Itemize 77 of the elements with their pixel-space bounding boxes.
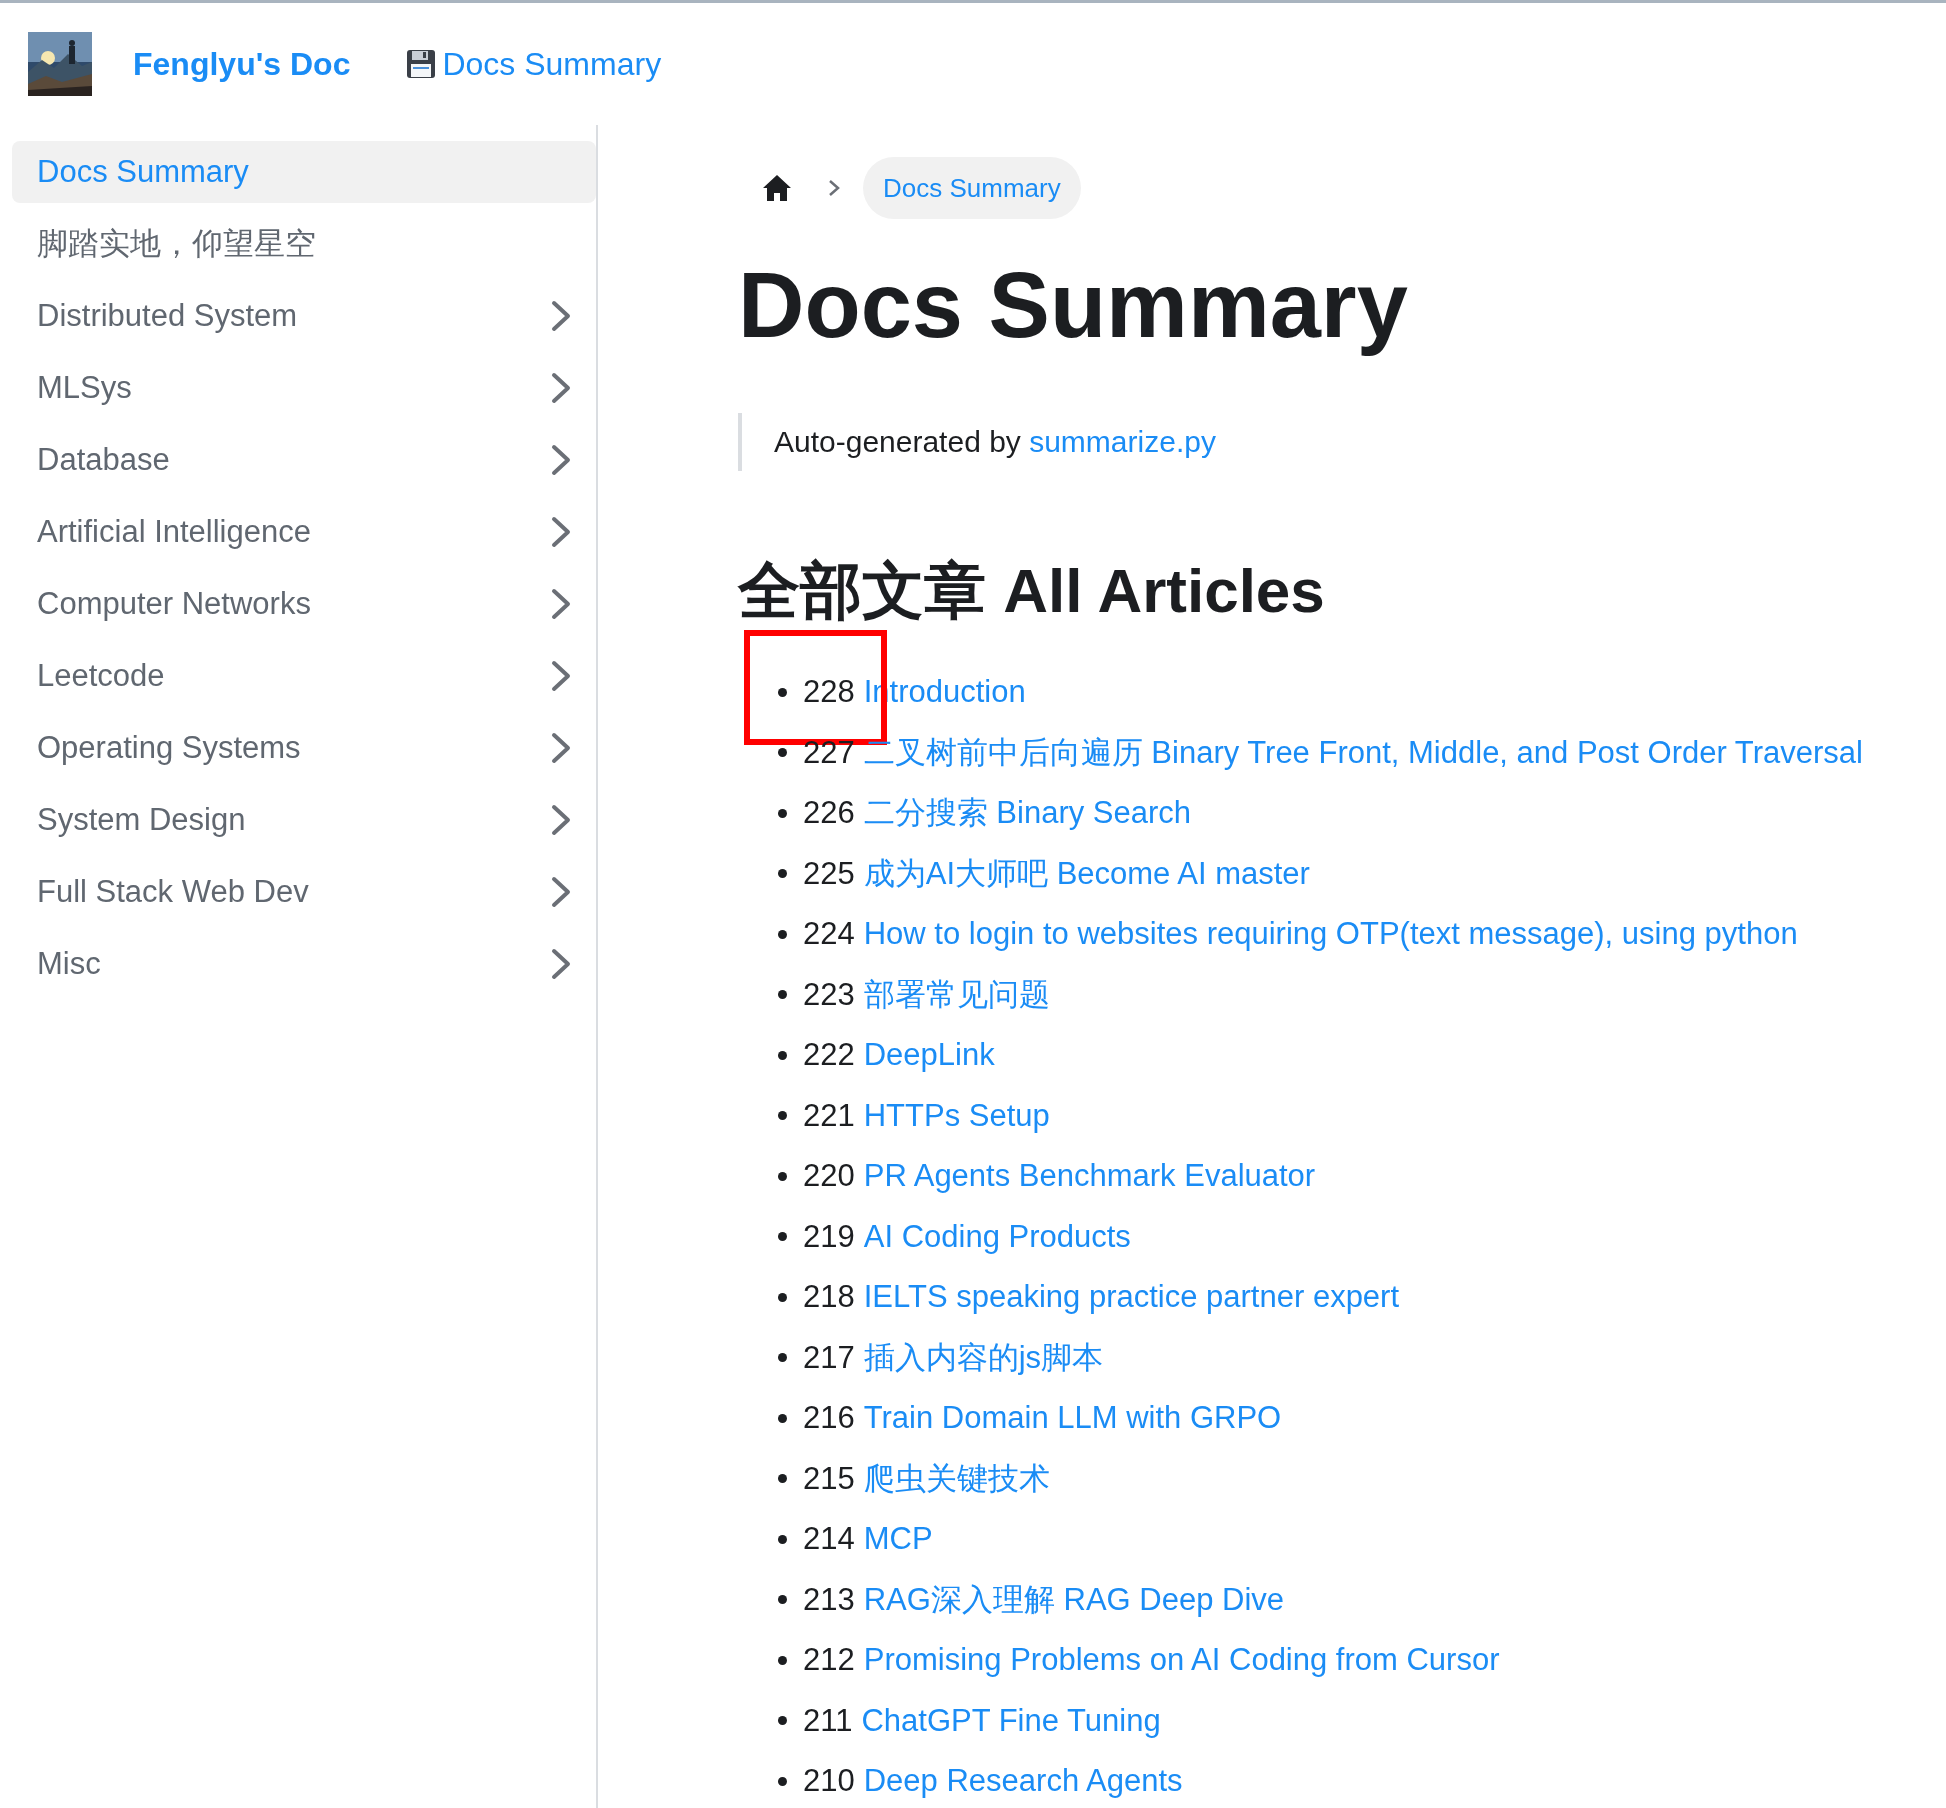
article-link[interactable]: PR Agents Benchmark Evaluator xyxy=(863,1158,1316,1195)
sidebar-item[interactable]: Docs Summary xyxy=(12,141,596,203)
article-link[interactable]: Train Domain LLM with GRPO xyxy=(863,1400,1282,1437)
article-link[interactable]: RAG深入理解 RAG Deep Dive xyxy=(863,1578,1285,1621)
bullet-icon xyxy=(778,1171,787,1181)
article-link[interactable]: How to login to websites requiring OTP(text message), using python xyxy=(863,916,1798,953)
bullet-icon xyxy=(778,1111,787,1121)
article-number: 214 xyxy=(803,1521,855,1558)
article-link[interactable]: HTTPs Setup xyxy=(863,1097,1050,1134)
nav-link[interactable]: Docs Summary xyxy=(406,45,662,83)
bullet-icon xyxy=(778,748,787,758)
breadcrumb-item[interactable]: Docs Summary xyxy=(863,157,1081,219)
sidebar-item[interactable]: System Design xyxy=(12,789,596,851)
article-number: 227 xyxy=(803,734,855,771)
article-link[interactable]: IELTS speaking practice partner expert xyxy=(863,1279,1400,1316)
article-number: 222 xyxy=(803,1037,855,1074)
bullet-icon xyxy=(778,1353,787,1363)
bullet-icon xyxy=(778,1595,787,1605)
bullet-icon xyxy=(778,1474,787,1484)
article-link[interactable]: 二分搜索 Binary Search xyxy=(863,792,1192,835)
article-number: 216 xyxy=(803,1400,855,1437)
article-number: 228 xyxy=(803,674,855,711)
bullet-icon xyxy=(778,1413,787,1423)
bullet-icon xyxy=(778,1292,787,1302)
article-number: 217 xyxy=(803,1339,855,1376)
article-link[interactable]: 部署常见问题 xyxy=(863,973,1050,1016)
article-link[interactable]: Deep Research Agents xyxy=(863,1763,1183,1800)
section-title: 全部文章 All Articles xyxy=(738,554,1326,627)
article-number: 213 xyxy=(803,1581,855,1618)
article-link[interactable]: 爬虫关键技术 xyxy=(863,1457,1050,1500)
bullet-icon xyxy=(778,990,787,1000)
article-number: 226 xyxy=(803,795,855,832)
bullet-icon xyxy=(778,1716,787,1726)
article-number: 212 xyxy=(803,1642,855,1679)
bullet-icon xyxy=(778,1776,787,1786)
article-number: 211 xyxy=(803,1702,853,1739)
site-title[interactable]: Fenglyu's Doc xyxy=(133,45,351,83)
home-icon[interactable] xyxy=(762,174,792,202)
note-text: Auto-generated by summarize.py xyxy=(738,412,1863,471)
bullet-icon xyxy=(778,1232,787,1242)
page-title: Docs Summary xyxy=(738,253,1409,358)
article-link[interactable]: ChatGPT Fine Tuning xyxy=(861,1702,1161,1739)
article-link[interactable]: 插入内容的js脚本 xyxy=(863,1336,1104,1379)
bullet-icon xyxy=(778,1050,787,1060)
article-number: 210 xyxy=(803,1763,855,1800)
sidebar-item[interactable]: Database xyxy=(12,429,596,491)
article-number: 224 xyxy=(803,916,855,953)
sidebar-item[interactable]: Distributed System xyxy=(12,285,596,347)
article-number: 225 xyxy=(803,855,855,892)
bullet-icon xyxy=(778,808,787,818)
article-number: 219 xyxy=(803,1218,855,1255)
article-link[interactable]: 二叉树前中后向遍历 Binary Tree Front, Middle, and Post Order Traversal xyxy=(863,731,1863,774)
sidebar-item[interactable]: Artificial Intelligence xyxy=(12,501,596,563)
note-link[interactable]: summarize.py xyxy=(1029,424,1216,458)
sidebar-item[interactable]: Misc xyxy=(12,933,596,995)
chevron-right-icon xyxy=(827,178,841,198)
sidebar-item[interactable]: Leetcode xyxy=(12,645,596,707)
article-link[interactable]: 成为AI大师吧 Become AI master xyxy=(863,852,1310,895)
sidebar-item[interactable]: Computer Networks xyxy=(12,573,596,635)
bullet-icon xyxy=(778,1534,787,1544)
article-link[interactable]: Promising Problems on AI Coding from Cursor xyxy=(863,1642,1500,1679)
bullet-icon xyxy=(778,929,787,939)
sidebar-item[interactable]: MLSys xyxy=(12,357,596,419)
bullet-icon xyxy=(778,869,787,879)
article-link[interactable]: DeepLink xyxy=(863,1037,995,1074)
article-number: 223 xyxy=(803,976,855,1013)
sidebar-item[interactable]: Operating Systems xyxy=(12,717,596,779)
article-number: 218 xyxy=(803,1279,855,1316)
sidebar-item[interactable]: 脚踏实地，仰望星空 xyxy=(12,213,596,275)
article-link[interactable]: AI Coding Products xyxy=(863,1218,1131,1255)
article-number: 221 xyxy=(803,1097,855,1134)
sidebar-item[interactable]: Full Stack Web Dev xyxy=(12,861,596,923)
bullet-icon xyxy=(778,687,787,697)
article-number: 220 xyxy=(803,1158,855,1195)
bullet-icon xyxy=(778,1655,787,1665)
article-link[interactable]: MCP xyxy=(863,1521,933,1558)
article-number: 215 xyxy=(803,1460,855,1497)
